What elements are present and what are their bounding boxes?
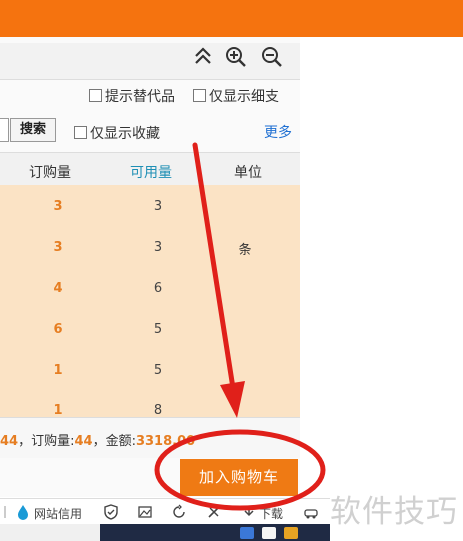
watermark: 软件技巧 — [330, 494, 458, 530]
annotation-overlay — [154, 142, 326, 511]
red-circle-annotation — [154, 429, 326, 511]
red-arrow-annotation — [192, 142, 245, 418]
